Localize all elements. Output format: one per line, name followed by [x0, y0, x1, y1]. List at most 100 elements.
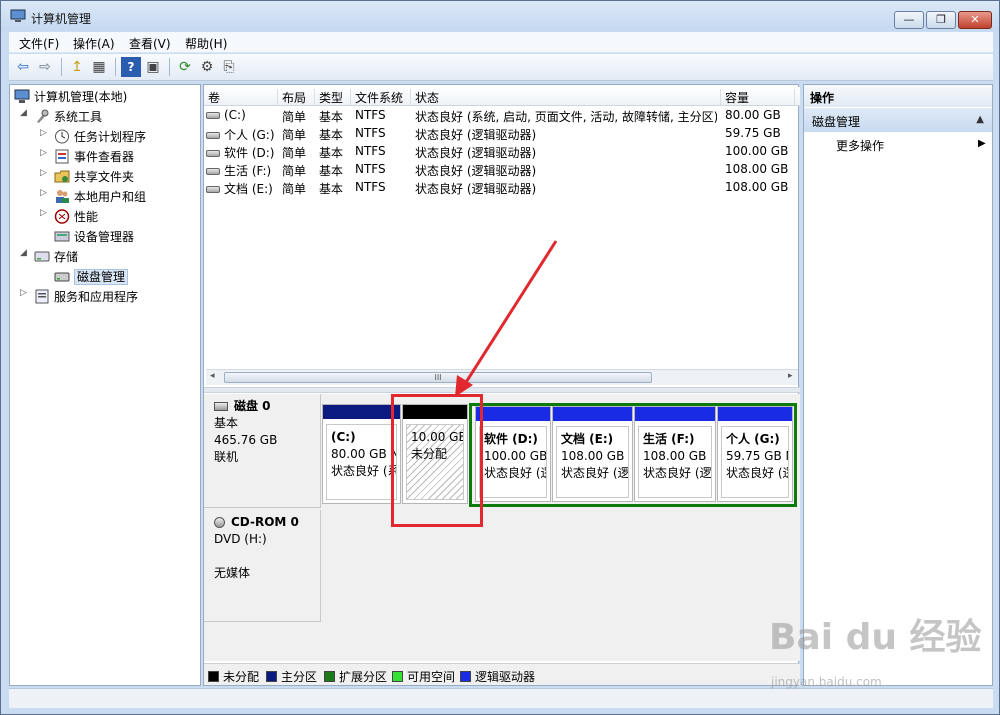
- drive-icon: [206, 186, 220, 193]
- back-arrow-icon[interactable]: ⇦: [13, 57, 33, 77]
- refresh-icon[interactable]: ⟳: [175, 57, 195, 77]
- tree-item-local-users[interactable]: ▷ 本地用户和组: [40, 188, 146, 206]
- legend-item-extended: 扩展分区: [324, 668, 387, 685]
- expand-icon[interactable]: ▷: [40, 148, 50, 158]
- toolbar-separator: [115, 58, 116, 76]
- expand-icon[interactable]: ▷: [40, 208, 50, 218]
- actions-pane: 操作 磁盘管理 ▲ 更多操作 ▶: [803, 84, 993, 686]
- legend-swatch: [392, 671, 403, 682]
- table-row[interactable]: 软件 (D:) 简单 基本 NTFS 状态良好 (逻辑驱动器) 100.00 G…: [204, 143, 800, 161]
- drive-icon: [206, 168, 220, 175]
- expand-icon[interactable]: ▷: [40, 168, 50, 178]
- actions-section-disk-management[interactable]: 磁盘管理 ▲: [804, 108, 992, 132]
- partition-f[interactable]: 生活 (F:) 108.00 GB N 状态良好 (逻: [634, 406, 716, 502]
- expand-icon[interactable]: ▷: [40, 128, 50, 138]
- collapse-icon[interactable]: ◢: [20, 248, 30, 258]
- close-button[interactable]: ✕: [958, 11, 992, 29]
- table-row[interactable]: 个人 (G:) 简单 基本 NTFS 状态良好 (逻辑驱动器) 59.75 GB: [204, 125, 800, 143]
- storage-icon: [34, 251, 50, 262]
- legend-swatch: [208, 671, 219, 682]
- show-hide-tree-icon[interactable]: ▦: [89, 57, 109, 77]
- collapse-up-icon[interactable]: ▲: [976, 114, 984, 125]
- window: 计算机管理 — ❐ ✕ 文件(F) 操作(A) 查看(V) 帮助(H) ⇦ ⇨ …: [0, 0, 1000, 715]
- tree-item-shared-folders[interactable]: ▷ 共享文件夹: [40, 168, 134, 186]
- disk-0-kind: 基本: [214, 416, 239, 430]
- cdrom-info[interactable]: CD-ROM 0 DVD (H:) 无媒体: [204, 510, 321, 622]
- table-row[interactable]: 文档 (E:) 简单 基本 NTFS 状态良好 (逻辑驱动器) 108.00 G…: [204, 179, 800, 197]
- partition-bar: [476, 407, 550, 421]
- partition-bar: [323, 405, 400, 419]
- table-row[interactable]: (C:) 简单 基本 NTFS 状态良好 (系统, 启动, 页面文件, 活动, …: [204, 107, 800, 125]
- clock-icon: [55, 129, 69, 144]
- expand-icon[interactable]: ▷: [20, 288, 30, 298]
- legend-swatch: [460, 671, 471, 682]
- legend-item-primary: 主分区: [266, 668, 317, 685]
- hard-disk-icon: [214, 402, 228, 411]
- legend-item-logical: 逻辑驱动器: [460, 668, 535, 685]
- red-arrow-annotation: [455, 240, 558, 397]
- computer-management-icon: [10, 9, 26, 22]
- window-title: 计算机管理: [31, 12, 92, 26]
- disk-0-name: 磁盘 0: [234, 399, 271, 413]
- volume-list-header: 卷 布局 类型 文件系统 状态 容量: [204, 87, 800, 106]
- properties-icon[interactable]: ⚙: [197, 57, 217, 77]
- show-action-pane-icon[interactable]: ▣: [143, 57, 163, 77]
- forward-arrow-icon[interactable]: ⇨: [35, 57, 55, 77]
- legend-item-free-space: 可用空间: [392, 668, 455, 685]
- column-header-filesystem[interactable]: 文件系统: [350, 89, 403, 105]
- minimize-button[interactable]: —: [894, 11, 924, 29]
- tree-item-system-tools[interactable]: ◢ 系统工具: [20, 108, 102, 126]
- actions-header: 操作: [804, 85, 992, 107]
- toolbar: ⇦ ⇨ ↥ ▦ ? ▣ ⟳ ⚙ ⎘: [9, 54, 993, 81]
- scrollbar-thumb[interactable]: III: [224, 372, 652, 383]
- tree-item-disk-management[interactable]: 磁盘管理: [54, 268, 129, 286]
- tree-item-task-scheduler[interactable]: ▷ 任务计划程序: [40, 128, 146, 146]
- expand-icon[interactable]: ▷: [40, 188, 50, 198]
- partition-c[interactable]: (C:) 80.00 GB N 状态良好 (系: [322, 404, 401, 504]
- more-actions-item[interactable]: 更多操作: [836, 137, 884, 154]
- red-highlight-box: [391, 394, 483, 527]
- actions-section-label: 磁盘管理: [812, 115, 861, 129]
- event-log-icon: [55, 149, 69, 164]
- column-header-status[interactable]: 状态: [410, 89, 439, 105]
- legend-swatch: [324, 671, 335, 682]
- menu-file[interactable]: 文件(F): [19, 35, 59, 52]
- menu-help[interactable]: 帮助(H): [185, 35, 227, 52]
- tree-item-performance[interactable]: ▷ 性能: [40, 208, 98, 226]
- tree-item-device-manager[interactable]: 设备管理器: [54, 228, 134, 246]
- drive-icon: [206, 150, 220, 157]
- table-row[interactable]: 生活 (F:) 简单 基本 NTFS 状态良好 (逻辑驱动器) 108.00 G…: [204, 161, 800, 179]
- partition-d[interactable]: 软件 (D:) 100.00 GB 状态良好 (逻: [475, 406, 551, 502]
- tree-item-root[interactable]: 计算机管理(本地): [14, 88, 127, 106]
- export-list-icon[interactable]: ⎘: [219, 57, 239, 77]
- maximize-button[interactable]: ❐: [926, 11, 956, 29]
- column-header-capacity[interactable]: 容量: [720, 89, 749, 105]
- baidu-watermark: Bai du 经验: [769, 617, 982, 658]
- tree-item-event-viewer[interactable]: ▷ 事件查看器: [40, 148, 134, 166]
- users-icon: [56, 190, 69, 203]
- baidu-watermark-url: jingyan.baidu.com: [771, 675, 882, 689]
- submenu-arrow-icon: ▶: [978, 138, 986, 149]
- legend: 未分配 主分区 扩展分区 可用空间 逻辑驱动器: [204, 663, 800, 685]
- cdrom-drive: DVD (H:): [214, 532, 267, 546]
- column-header-layout[interactable]: 布局: [277, 89, 306, 105]
- menu-bar: 文件(F) 操作(A) 查看(V) 帮助(H): [9, 32, 993, 53]
- collapse-icon[interactable]: ◢: [20, 108, 30, 118]
- column-header-overflow[interactable]: [794, 89, 799, 105]
- column-header-volume[interactable]: 卷: [204, 89, 220, 105]
- scroll-left-icon[interactable]: ◂: [210, 371, 215, 381]
- menu-action[interactable]: 操作(A): [73, 35, 115, 52]
- up-folder-icon[interactable]: ↥: [67, 57, 87, 77]
- menu-view[interactable]: 查看(V): [129, 35, 171, 52]
- tree-item-storage[interactable]: ◢ 存储: [20, 248, 78, 266]
- scroll-right-icon[interactable]: ▸: [788, 371, 793, 381]
- tree-item-services-apps[interactable]: ▷ 服务和应用程序: [20, 288, 138, 306]
- partition-e[interactable]: 文档 (E:) 108.00 GB N 状态良好 (逻: [552, 406, 633, 502]
- legend-swatch: [266, 671, 277, 682]
- device-manager-icon: [54, 231, 70, 242]
- column-header-type[interactable]: 类型: [314, 89, 343, 105]
- disk-0-info[interactable]: 磁盘 0 基本 465.76 GB 联机: [204, 394, 321, 508]
- toolbar-separator: [61, 58, 62, 76]
- partition-g[interactable]: 个人 (G:) 59.75 GB N 状态良好 (逻: [717, 406, 793, 502]
- help-icon[interactable]: ?: [121, 57, 141, 77]
